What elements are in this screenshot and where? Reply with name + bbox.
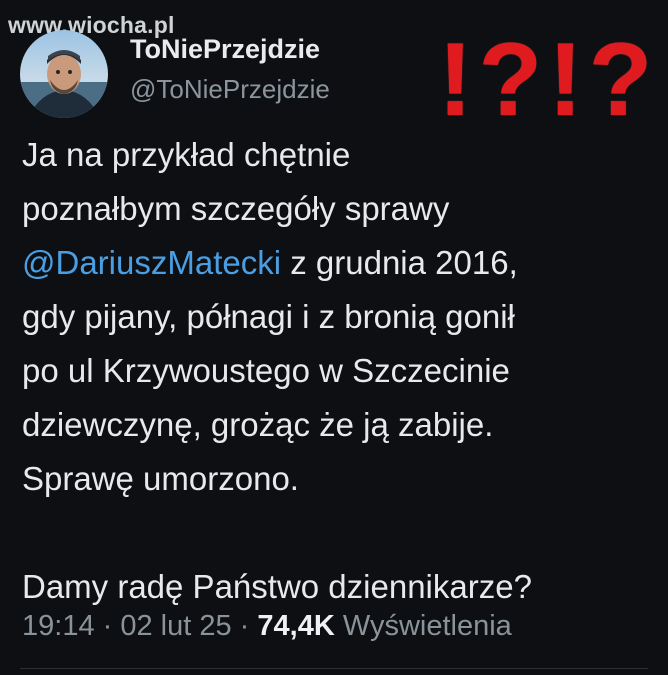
mention-link[interactable]: @DariuszMatecki xyxy=(22,244,281,281)
exclamation-question-overlay: !?!? xyxy=(438,22,659,138)
views-label: Wyświetlenia xyxy=(334,610,512,642)
tweet-line-1: Ja na przykład chętnie xyxy=(22,136,351,173)
tweet-time[interactable]: 19:14 xyxy=(22,610,95,642)
tweet-date[interactable]: 02 lut 25 xyxy=(120,610,231,642)
meta-separator: · xyxy=(94,610,121,642)
user-handle[interactable]: @ToNiePrzejdzie xyxy=(130,74,330,105)
display-name[interactable]: ToNiePrzejdzie xyxy=(130,34,320,65)
tweet-line-5: po ul Krzywoustego w Szczecinie xyxy=(22,352,510,389)
tweet-line-2: poznałbym szczegóły sprawy xyxy=(22,190,450,227)
views-count[interactable]: 74,4K xyxy=(257,610,334,642)
meta-separator: · xyxy=(231,610,258,642)
divider xyxy=(20,668,648,669)
tweet-screenshot: www.wiocha.pl ToNiePrzejdzie @ToNiePrzej… xyxy=(0,0,668,675)
avatar[interactable] xyxy=(20,30,108,118)
profile-photo-icon xyxy=(20,30,108,118)
tweet-line-6: dziewczynę, grożąc że ją zabije. xyxy=(22,406,494,443)
tweet-line-3: @DariuszMatecki z grudnia 2016, xyxy=(22,236,662,290)
tweet-line-7: Sprawę umorzono. xyxy=(22,460,299,497)
tweet-line-4: gdy pijany, półnagi i z bronią gonił xyxy=(22,298,515,335)
tweet-text: Ja na przykład chętnie poznałbym szczegó… xyxy=(22,128,662,614)
tweet-line-3-rest: z grudnia 2016, xyxy=(281,244,518,281)
tweet-meta: 19:14 · 02 lut 25 · 74,4K Wyświetlenia xyxy=(22,610,512,643)
tweet-line-8: Damy radę Państwo dziennikarze? xyxy=(22,568,532,605)
